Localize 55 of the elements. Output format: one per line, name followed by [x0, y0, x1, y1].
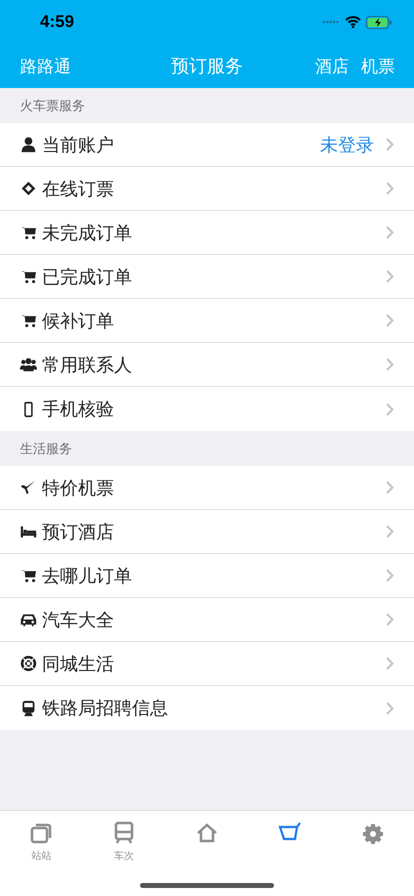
menu-row[interactable]: 候补订单: [0, 299, 414, 343]
section-header: 火车票服务: [20, 98, 85, 114]
gear-icon: [360, 821, 385, 845]
menu-row[interactable]: 铁路局招聘信息: [0, 686, 414, 730]
row-label: 汽车大全: [42, 608, 115, 632]
menu-row[interactable]: 汽车大全: [0, 598, 414, 642]
chevron-icon: [386, 525, 394, 538]
battery-icon: [366, 16, 392, 28]
section-header: 生活服务: [20, 440, 72, 458]
house-icon: [194, 821, 219, 845]
status-time: 4:59: [40, 12, 74, 32]
menu-row[interactable]: 手机核验: [0, 387, 414, 431]
menu-row[interactable]: 当前账户 未登录: [0, 123, 414, 167]
menu-row[interactable]: 在线订票: [0, 167, 414, 211]
chevron-icon: [386, 182, 394, 195]
menu-row[interactable]: 特价机票: [0, 466, 414, 510]
menu-row[interactable]: 同城生活: [0, 642, 414, 686]
windows-icon: [29, 821, 54, 845]
users-icon: [20, 356, 37, 373]
row-label: 已完成订单: [42, 266, 133, 288]
row-label: 手机核验: [42, 398, 115, 421]
chevron-icon: [386, 657, 394, 670]
row-label: 候补订单: [42, 310, 115, 332]
user-icon: [20, 136, 37, 153]
row-label: 在线订票: [42, 178, 115, 200]
chevron-icon: [386, 226, 394, 239]
chevron-icon: [386, 481, 394, 494]
page-title: 预订服务: [171, 55, 243, 78]
menu-row[interactable]: 已完成订单: [0, 255, 414, 299]
chevron-icon: [386, 613, 394, 626]
row-label: 常用联系人: [42, 354, 133, 376]
bus-icon: [112, 821, 136, 845]
chevron-icon: [386, 702, 394, 714]
chevron-icon: [386, 569, 394, 582]
row-label: 未完成订单: [42, 222, 133, 244]
menu-row[interactable]: 常用联系人: [0, 343, 414, 387]
row-label: 预订酒店: [42, 520, 115, 544]
chevron-icon: [386, 138, 394, 151]
menu-row[interactable]: 预订酒店: [0, 510, 414, 554]
row-label: 去哪儿订单: [42, 564, 133, 588]
row-label: 特价机票: [42, 476, 115, 500]
lifebuoy-icon: [20, 655, 37, 672]
chevron-icon: [386, 402, 394, 416]
chevron-icon: [386, 358, 394, 371]
train-icon: [20, 700, 37, 716]
wifi-icon: [345, 16, 361, 28]
chevron-icon: [386, 314, 394, 327]
row-label: 当前账户: [42, 134, 115, 156]
chevron-icon: [386, 270, 394, 283]
signal-icon: [322, 20, 340, 24]
row-value: 未登录: [320, 134, 374, 156]
menu-row[interactable]: 去哪儿订单: [0, 554, 414, 598]
menu-row[interactable]: 未完成订单: [0, 211, 414, 255]
row-label: 铁路局招聘信息: [42, 697, 169, 720]
row-label: 同城生活: [42, 652, 115, 676]
